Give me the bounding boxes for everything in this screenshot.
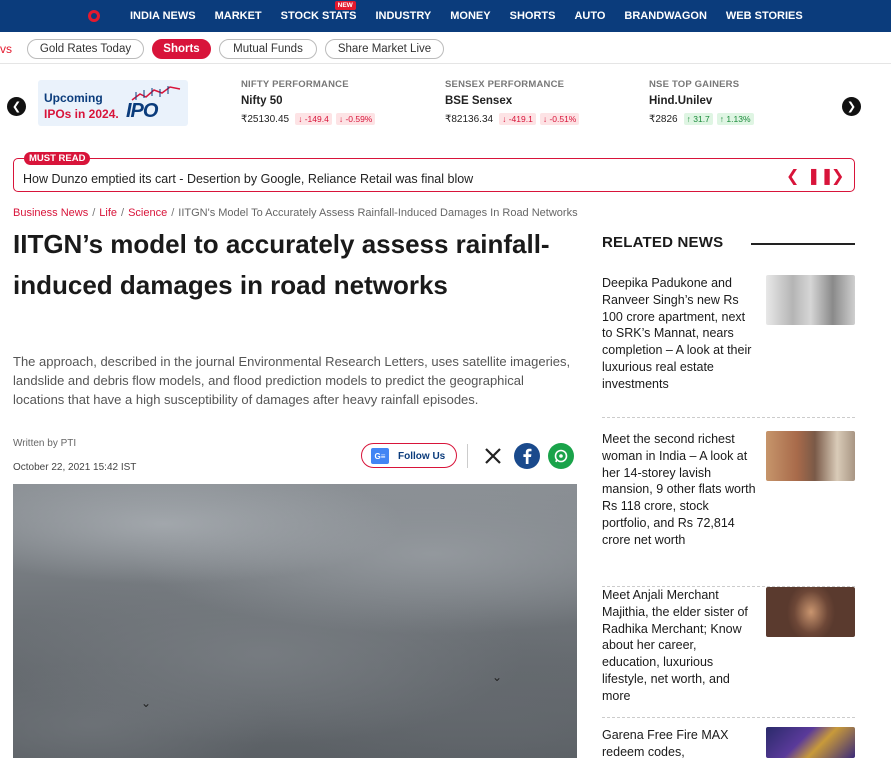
article-summary: The approach, described in the journal E… — [13, 354, 571, 407]
nav-stock-stats-label: STOCK STATS — [280, 10, 357, 22]
market-change-value: -419.1 — [508, 114, 533, 124]
breadcrumb-separator: / — [92, 207, 96, 219]
follow-us-button[interactable]: G≡ Follow Us — [361, 443, 457, 468]
market-pct-value: 1.13% — [726, 114, 751, 124]
article-date: October 22, 2021 15:42 IST — [13, 462, 137, 473]
must-read-pause-icon[interactable]: ❚❚ — [807, 166, 834, 186]
market-price: ₹2826 — [649, 113, 678, 125]
market-pct: ↑ 1.13% — [716, 113, 754, 125]
new-badge: NEW — [334, 1, 356, 10]
brand-logo-icon[interactable] — [86, 8, 102, 24]
nav-india-news[interactable]: INDIA NEWS — [130, 10, 196, 22]
breadcrumb: Business News / Life / Science / IITGN's Model… — [13, 207, 578, 219]
market-card-top-gainer[interactable]: NSE TOP GAINERS Hind.Unilev ₹2826 ↑ 31.7… — [649, 79, 839, 125]
market-heading: SENSEX PERFORMANCE — [445, 79, 565, 90]
must-read-prev-icon[interactable]: ❮ — [786, 166, 799, 186]
chip-cutoff-text[interactable]: vs — [0, 42, 12, 56]
breadcrumb-current: IITGN's Model To Accurately Assess Rainf… — [178, 207, 578, 219]
related-news-item[interactable]: Deepika Padukone and Ranveer Singh’s new… — [602, 275, 855, 418]
breadcrumb-business-news[interactable]: Business News — [13, 207, 88, 219]
market-pct-value: -0.51% — [549, 114, 577, 124]
market-change: ↑ 31.7 — [683, 113, 713, 125]
market-card-nifty[interactable]: NIFTY PERFORMANCE Nifty 50 ₹25130.45 ↓ -… — [241, 79, 431, 125]
market-change: ↓ -149.4 — [295, 113, 332, 125]
nav-industry[interactable]: INDUSTRY — [375, 10, 431, 22]
chip-shorts[interactable]: Shorts — [152, 39, 211, 59]
article-byline: Written by PTI — [13, 438, 77, 449]
market-name: Hind.Unilev — [649, 95, 713, 107]
nav-web-stories[interactable]: WEB STORIES — [726, 10, 803, 22]
related-news-thumbnail[interactable] — [766, 727, 855, 758]
divider — [602, 717, 855, 718]
must-read-headline[interactable]: How Dunzo emptied its cart - Desertion b… — [23, 172, 473, 186]
market-name: Nifty 50 — [241, 95, 283, 107]
heading-rule — [751, 243, 855, 245]
bird-shape: ⌄ — [141, 696, 152, 710]
must-read-bar: MUST READ How Dunzo emptied its cart - D… — [13, 152, 855, 192]
google-news-icon: G≡ — [371, 448, 389, 464]
facebook-share-icon[interactable] — [514, 443, 540, 469]
divider — [602, 417, 855, 418]
nav-money[interactable]: MONEY — [450, 10, 490, 22]
ipo-banner[interactable]: Upcoming IPOs in 2024. IPO — [38, 80, 188, 126]
market-heading: NSE TOP GAINERS — [649, 79, 740, 90]
top-nav-bar: INDIA NEWS MARKET STOCK STATS NEW INDUSTR… — [0, 0, 891, 32]
market-change-value: -149.4 — [304, 114, 329, 124]
breadcrumb-science[interactable]: Science — [128, 207, 167, 219]
market-pct: ↓ -0.51% — [539, 113, 580, 125]
related-news-item[interactable]: Meet Anjali Merchant Majithia, the elder… — [602, 587, 855, 718]
market-heading: NIFTY PERFORMANCE — [241, 79, 349, 90]
ipo-logo: IPO — [126, 100, 158, 122]
related-news-title[interactable]: Garena Free Fire MAX redeem codes, — [602, 727, 757, 761]
divider — [0, 63, 891, 64]
whatsapp-share-icon[interactable] — [548, 443, 574, 469]
related-news-item[interactable]: Meet the second richest woman in India –… — [602, 431, 855, 587]
market-price: ₹82136.34 — [445, 113, 494, 125]
related-news-title[interactable]: Deepika Padukone and Ranveer Singh’s new… — [602, 275, 757, 393]
related-news-thumbnail[interactable] — [766, 275, 855, 325]
ticker-next-button[interactable]: ❯ — [842, 97, 861, 116]
market-card-sensex[interactable]: SENSEX PERFORMANCE BSE Sensex ₹82136.34 … — [445, 79, 635, 125]
market-pct-value: -0.59% — [345, 114, 373, 124]
divider — [467, 444, 468, 468]
ipo-banner-line2: IPOs in 2024. — [44, 107, 119, 121]
market-name: BSE Sensex — [445, 95, 513, 107]
market-pct: ↓ -0.59% — [335, 113, 376, 125]
market-price: ₹25130.45 — [241, 113, 290, 125]
topic-chips: vs Gold Rates Today Shorts Mutual Funds … — [0, 37, 891, 61]
bird-shape: ⌄ — [492, 670, 503, 684]
nav-market[interactable]: MARKET — [215, 10, 262, 22]
nav-brandwagon[interactable]: BRANDWAGON — [624, 10, 707, 22]
related-news-title[interactable]: Meet Anjali Merchant Majithia, the elder… — [602, 587, 757, 705]
breadcrumb-life[interactable]: Life — [99, 207, 117, 219]
x-share-icon[interactable] — [480, 443, 506, 469]
breadcrumb-separator: / — [171, 207, 175, 219]
market-ticker: ❮ Upcoming IPOs in 2024. IPO NIFTY PERFO… — [0, 70, 891, 142]
must-read-next-icon[interactable]: ❯ — [831, 166, 844, 186]
related-news-thumbnail[interactable] — [766, 587, 855, 637]
nav-stock-stats[interactable]: STOCK STATS NEW — [280, 1, 357, 22]
related-news-title[interactable]: Meet the second richest woman in India –… — [602, 431, 757, 549]
related-news-thumbnail[interactable] — [766, 431, 855, 481]
related-news-heading: RELATED NEWS — [602, 234, 724, 251]
market-change: ↓ -419.1 — [499, 113, 536, 125]
must-read-tag: MUST READ — [24, 152, 91, 165]
nav-auto[interactable]: AUTO — [574, 10, 605, 22]
article-title: IITGN’s model to accurately assess rainf… — [13, 229, 550, 300]
chip-gold-rates[interactable]: Gold Rates Today — [27, 39, 144, 59]
breadcrumb-separator: / — [121, 207, 125, 219]
chip-share-market-live[interactable]: Share Market Live — [325, 39, 444, 59]
related-news-item[interactable]: Garena Free Fire MAX redeem codes, — [602, 727, 855, 761]
ipo-banner-line1: Upcoming — [44, 91, 103, 105]
follow-us-label: Follow Us — [398, 451, 446, 462]
article-hero-image: ⌄ ⌄ — [13, 484, 577, 758]
ticker-prev-button[interactable]: ❮ — [7, 97, 26, 116]
market-change-value: 31.7 — [693, 114, 710, 124]
chip-mutual-funds[interactable]: Mutual Funds — [219, 39, 317, 59]
nav-shorts[interactable]: SHORTS — [510, 10, 556, 22]
